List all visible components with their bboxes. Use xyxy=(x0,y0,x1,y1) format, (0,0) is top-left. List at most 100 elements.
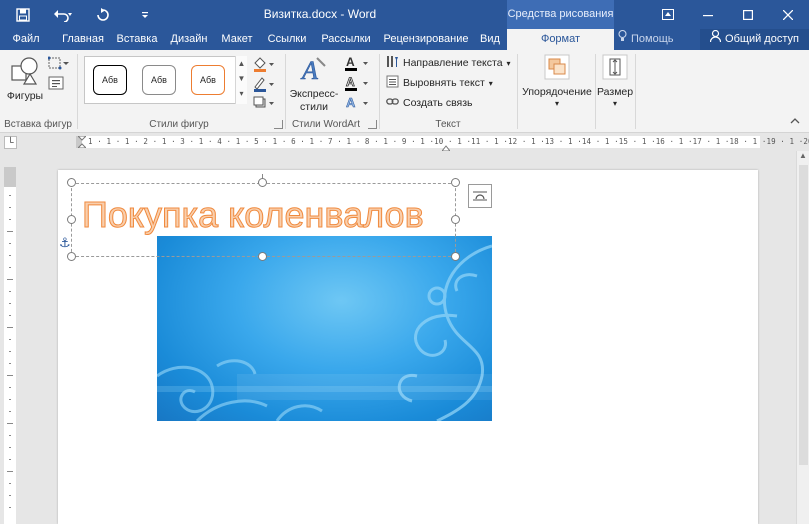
gallery-down-icon[interactable]: ▼ xyxy=(236,71,247,86)
tab-home[interactable]: Главная xyxy=(58,29,108,50)
tab-stop-icon[interactable]: └ xyxy=(4,136,17,149)
align-text-label: Выровнять текст xyxy=(403,77,485,89)
tab-review[interactable]: Рецензирование xyxy=(380,29,472,50)
tab-design[interactable]: Дизайн xyxy=(166,29,212,50)
vertical-ruler-ticks xyxy=(7,195,13,508)
text-fill-icon[interactable]: A xyxy=(344,55,372,71)
size-dropdown-icon: ▾ xyxy=(612,99,617,108)
vertical-ruler[interactable] xyxy=(4,167,16,524)
shape-styles-gallery[interactable]: Абв Абв Абв xyxy=(84,56,247,104)
gallery-scroll[interactable]: ▲ ▼ ▾ xyxy=(235,56,247,104)
scroll-up-icon[interactable]: ▲ xyxy=(799,151,807,160)
ribbon: Фигуры Вставка фигур Абв Абв Абв ▲ ▼ ▾ С… xyxy=(0,50,809,133)
tell-me-label: Помощь xyxy=(631,33,674,45)
resize-handle-bottom-center[interactable] xyxy=(258,252,267,261)
insert-shapes-group-label: Вставка фигур xyxy=(4,119,72,130)
maximize-icon[interactable] xyxy=(728,0,768,29)
ruler-row: └ 1 · 1 · 1 · 2 · 1 · 3 · 1 · 4 · 1 · 5 … xyxy=(0,133,809,152)
business-card-image[interactable] xyxy=(157,236,492,421)
shape-style-gray[interactable]: Абв xyxy=(142,65,176,95)
size-button[interactable]: Размер ▾ xyxy=(597,54,633,114)
resize-handle-bottom-left[interactable] xyxy=(67,252,76,261)
tab-layout[interactable]: Макет xyxy=(218,29,256,50)
group-separator xyxy=(77,54,78,129)
horizontal-ruler[interactable]: 1 · 1 · 1 · 2 · 1 · 3 · 1 · 4 · 1 · 5 · … xyxy=(76,135,809,152)
share-button[interactable]: Общий доступ xyxy=(700,29,809,50)
shape-style-black[interactable]: Абв xyxy=(93,65,127,95)
ribbon-display-icon[interactable] xyxy=(648,0,688,29)
group-separator xyxy=(635,54,636,129)
shapes-icon xyxy=(11,57,38,85)
svg-text:A: A xyxy=(346,95,356,110)
lightbulb-icon xyxy=(618,29,627,49)
resize-handle-bottom-right[interactable] xyxy=(451,252,460,261)
tab-file[interactable]: Файл xyxy=(6,29,46,50)
person-icon xyxy=(709,29,722,49)
create-link-label: Создать связь xyxy=(403,97,473,109)
wordart-a-icon: A xyxy=(300,56,326,84)
wordart-launcher-icon[interactable] xyxy=(368,120,377,129)
arrange-icon xyxy=(544,54,570,80)
resize-handle-middle-left[interactable] xyxy=(67,215,76,224)
rotation-handle[interactable] xyxy=(258,178,267,187)
minimize-icon[interactable] xyxy=(688,0,728,29)
group-separator xyxy=(285,54,286,129)
edit-shape-icon[interactable] xyxy=(47,56,70,72)
text-effects-icon[interactable]: A xyxy=(344,95,372,111)
gallery-more-icon[interactable]: ▾ xyxy=(236,86,247,101)
align-text-icon xyxy=(386,75,399,91)
size-label: Размер xyxy=(597,86,634,98)
create-link-button[interactable]: Создать связь xyxy=(386,94,473,112)
shape-styles-launcher-icon[interactable] xyxy=(274,120,283,129)
tab-insert[interactable]: Вставка xyxy=(114,29,160,50)
text-direction-icon xyxy=(386,55,399,71)
ruler-numbers: 1 · 1 · 1 · 2 · 1 · 3 · 1 · 4 · 1 · 5 · … xyxy=(88,137,809,146)
shape-style-orange[interactable]: Абв xyxy=(191,65,225,95)
collapse-ribbon-icon[interactable] xyxy=(790,116,802,126)
svg-text:A: A xyxy=(346,75,355,89)
tab-references[interactable]: Ссылки xyxy=(262,29,312,50)
swirl-ornament xyxy=(157,244,492,421)
scroll-thumb[interactable] xyxy=(799,165,808,465)
shapes-label: Фигуры xyxy=(6,90,44,102)
anchor-icon[interactable]: ⚓ xyxy=(59,235,71,251)
arrange-dropdown-icon: ▾ xyxy=(554,99,559,108)
arrange-button[interactable]: Упорядочение ▾ xyxy=(519,54,595,114)
quick-styles-label-2: стили xyxy=(300,101,328,113)
right-indent-marker-icon[interactable] xyxy=(440,142,452,152)
chain-link-icon xyxy=(386,95,399,111)
text-group-label: Текст xyxy=(435,119,461,130)
resize-handle-top-right[interactable] xyxy=(451,178,460,187)
title-bar: Визитка.docx - Word Средства рисования xyxy=(0,0,809,29)
svg-text:A: A xyxy=(300,56,318,84)
left-indent-marker-icon[interactable] xyxy=(76,135,88,149)
close-icon[interactable] xyxy=(768,0,808,29)
gallery-up-icon[interactable]: ▲ xyxy=(236,56,247,71)
resize-handle-middle-right[interactable] xyxy=(451,215,460,224)
size-icon xyxy=(602,54,628,80)
share-label: Общий доступ xyxy=(725,33,799,45)
shape-styles-group-label: Стили фигур xyxy=(149,119,209,130)
text-direction-dropdown-icon: ▾ xyxy=(506,58,511,68)
svg-text:A: A xyxy=(346,55,355,69)
shapes-button[interactable]: Фигуры xyxy=(6,54,44,106)
shape-outline-icon[interactable] xyxy=(252,76,276,92)
align-text-dropdown-icon: ▾ xyxy=(488,78,493,88)
tab-format[interactable]: Формат xyxy=(507,29,614,50)
text-direction-button[interactable]: Направление текста ▾ xyxy=(386,54,511,72)
shape-fill-icon[interactable] xyxy=(252,56,276,72)
layout-options-icon[interactable] xyxy=(468,184,492,208)
shape-effects-icon[interactable] xyxy=(252,96,276,110)
align-text-button[interactable]: Выровнять текст ▾ xyxy=(386,74,493,92)
tab-view[interactable]: Вид xyxy=(476,29,504,50)
tell-me-search[interactable]: Помощь xyxy=(618,29,674,50)
tab-mailings[interactable]: Рассылки xyxy=(318,29,374,50)
text-outline-icon[interactable]: A xyxy=(344,75,372,91)
arrange-label: Упорядочение xyxy=(522,86,592,98)
draw-textbox-icon[interactable] xyxy=(48,76,66,92)
quick-styles-button[interactable]: A Экспресс- стили xyxy=(288,54,340,116)
resize-handle-top-left[interactable] xyxy=(67,178,76,187)
quick-styles-label-1: Экспресс- xyxy=(289,88,339,100)
vertical-scrollbar[interactable]: ▲ xyxy=(796,151,809,524)
headline-text[interactable]: Покупка коленвалов xyxy=(82,192,425,238)
